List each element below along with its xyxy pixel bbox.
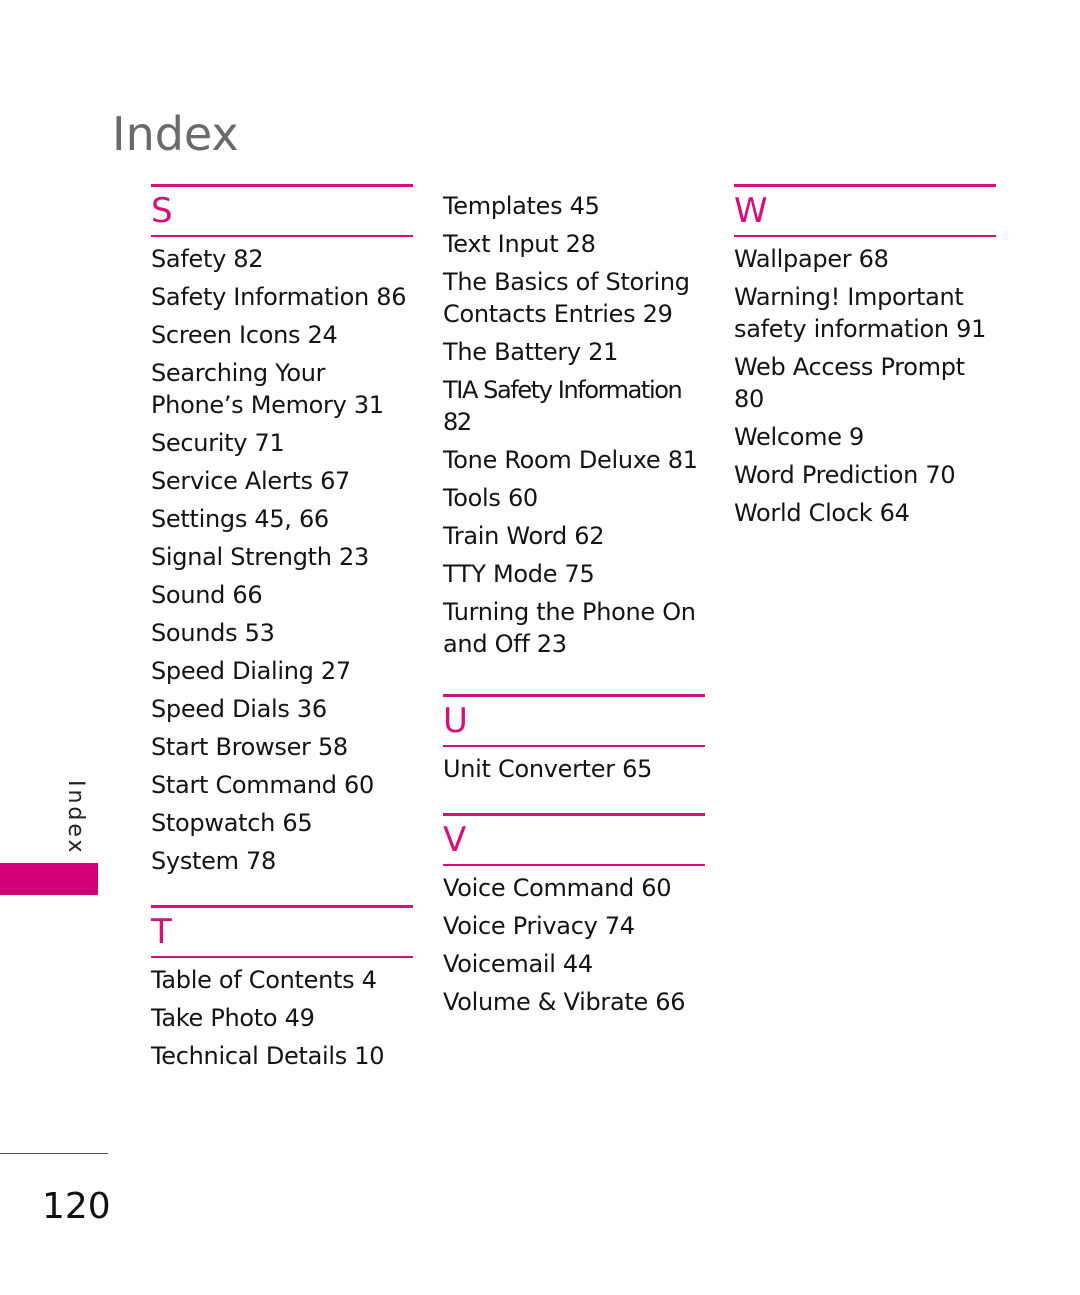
index-section-t: T Table of Contents 4 Take Photo 49 Tech… — [151, 905, 413, 1072]
footer-rule — [0, 1153, 108, 1154]
index-entry[interactable]: Speed Dialing 27 — [151, 655, 413, 687]
section-letter: T — [151, 912, 172, 952]
section-letter: S — [151, 191, 173, 231]
index-entry[interactable]: Sounds 53 — [151, 617, 413, 649]
index-entry[interactable]: Tone Room Deluxe 81 — [443, 444, 705, 476]
index-entry[interactable]: Screen Icons 24 — [151, 319, 413, 351]
index-entry[interactable]: Word Prediction 70 — [734, 459, 996, 491]
page-number: 120 — [42, 1186, 111, 1227]
index-entry[interactable]: Take Photo 49 — [151, 1002, 413, 1034]
index-entry[interactable]: Service Alerts 67 — [151, 465, 413, 497]
side-tab-label: Index — [63, 780, 88, 856]
index-entry[interactable]: Voice Privacy 74 — [443, 910, 705, 942]
index-entry[interactable]: Speed Dials 36 — [151, 693, 413, 725]
index-entry[interactable]: Volume & Vibrate 66 — [443, 986, 705, 1018]
index-entry[interactable]: Start Browser 58 — [151, 731, 413, 763]
section-rule-bottom — [443, 745, 705, 747]
index-entry[interactable]: Safety 82 — [151, 243, 413, 275]
index-entry[interactable]: Sound 66 — [151, 579, 413, 611]
index-section-u: U Unit Converter 65 — [443, 694, 705, 785]
index-entry[interactable]: Start Command 60 — [151, 769, 413, 801]
section-letter: U — [443, 701, 468, 741]
section-rule-bottom — [443, 864, 705, 866]
section-letter: V — [443, 820, 467, 860]
index-entry[interactable]: Templates 45 — [443, 190, 705, 222]
index-entry[interactable]: Signal Strength 23 — [151, 541, 413, 573]
section-rule-bottom — [151, 956, 413, 958]
index-entry[interactable]: Voicemail 44 — [443, 948, 705, 980]
index-section-s: S Safety 82 Safety Information 86 Screen… — [151, 184, 413, 877]
index-entry[interactable]: Table of Contents 4 — [151, 964, 413, 996]
index-entry[interactable]: System 78 — [151, 845, 413, 877]
index-entry[interactable]: Voice Command 60 — [443, 872, 705, 904]
index-entry[interactable]: World Clock 64 — [734, 497, 996, 529]
index-column-3: W Wallpaper 68 Warning! Important safety… — [734, 184, 996, 557]
index-entry[interactable]: The Battery 21 — [443, 336, 705, 368]
index-column-2: Templates 45 Text Input 28 The Basics of… — [443, 190, 705, 1046]
index-entry[interactable]: Safety Information 86 — [151, 281, 413, 313]
index-entry[interactable]: Tools 60 — [443, 482, 705, 514]
index-entry[interactable]: Unit Converter 65 — [443, 753, 705, 785]
index-entry[interactable]: TIA Safety Information 82 — [443, 374, 705, 438]
index-entry[interactable]: Settings 45, 66 — [151, 503, 413, 535]
index-entry[interactable]: Stopwatch 65 — [151, 807, 413, 839]
index-entry[interactable]: Train Word 62 — [443, 520, 705, 552]
index-entry[interactable]: Text Input 28 — [443, 228, 705, 260]
section-rule-bottom — [734, 235, 996, 237]
index-entry[interactable]: Security 71 — [151, 427, 413, 459]
page-title: Index — [112, 106, 239, 161]
section-letter: W — [734, 191, 768, 231]
index-entry[interactable]: Warning! Important safety information 91 — [734, 281, 996, 345]
index-entry[interactable]: Technical Details 10 — [151, 1040, 413, 1072]
index-entry[interactable]: Welcome 9 — [734, 421, 996, 453]
index-section-t-continued: Templates 45 Text Input 28 The Basics of… — [443, 190, 705, 660]
index-entry[interactable]: The Basics of Storing Contacts Entries 2… — [443, 266, 705, 330]
index-column-1: S Safety 82 Safety Information 86 Screen… — [151, 184, 413, 1100]
index-section-w: W Wallpaper 68 Warning! Important safety… — [734, 184, 996, 529]
index-entry[interactable]: Web Access Prompt 80 — [734, 351, 996, 415]
section-rule-bottom — [151, 235, 413, 237]
index-entry[interactable]: TTY Mode 75 — [443, 558, 705, 590]
index-entry[interactable]: Turning the Phone On and Off 23 — [443, 596, 705, 660]
side-tab-marker — [0, 863, 98, 895]
index-entry[interactable]: Searching Your Phone’s Memory 31 — [151, 357, 413, 421]
index-entry[interactable]: Wallpaper 68 — [734, 243, 996, 275]
index-section-v: V Voice Command 60 Voice Privacy 74 Voic… — [443, 813, 705, 1018]
